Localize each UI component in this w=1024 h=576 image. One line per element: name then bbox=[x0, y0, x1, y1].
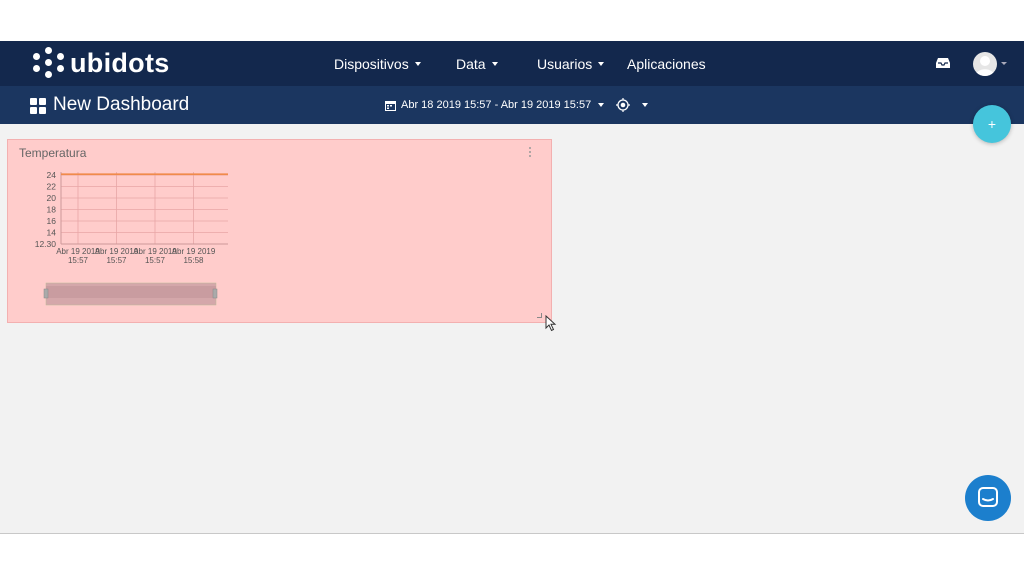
calendar-icon bbox=[385, 100, 396, 111]
range-selection bbox=[46, 286, 216, 298]
dashboard-grid-icon[interactable] bbox=[30, 98, 46, 114]
chevron-down-icon[interactable] bbox=[1001, 62, 1007, 65]
more-options-icon[interactable] bbox=[528, 147, 532, 159]
y-tick-label: 20 bbox=[47, 193, 57, 203]
top-navbar: ubidots Dispositivos Data Usuarios Aplic… bbox=[0, 41, 1024, 86]
chevron-down-icon bbox=[598, 103, 605, 107]
x-tick-time: 15:57 bbox=[106, 256, 127, 265]
ubidots-logo[interactable]: ubidots bbox=[33, 47, 170, 79]
nav-label: Usuarios bbox=[537, 55, 593, 72]
date-range-picker[interactable]: Abr 18 2019 15:57 - Abr 19 2019 15:57 bbox=[385, 98, 649, 112]
nav-label: Aplicaciones bbox=[627, 55, 706, 72]
dashboard-title[interactable]: New Dashboard bbox=[53, 94, 189, 116]
dashboard-header: New Dashboard Abr 18 2019 15:57 - Abr 19… bbox=[0, 86, 1024, 124]
range-handle-right bbox=[212, 288, 218, 299]
realtime-icon[interactable] bbox=[616, 98, 631, 112]
y-tick-label: 24 bbox=[47, 170, 57, 180]
divider bbox=[0, 533, 1024, 534]
chevron-down-icon bbox=[414, 61, 421, 66]
logo-dots-icon bbox=[33, 47, 65, 79]
temperature-chart: 24222018161412.30Abr 19 201915:57Abr 19 … bbox=[35, 170, 228, 306]
nav-usuarios[interactable]: Usuarios bbox=[537, 41, 605, 86]
chat-launcher-button[interactable] bbox=[965, 475, 1011, 521]
temperature-widget[interactable]: Temperatura 24 22 20 18 16 14 12.30 Abr 19 2019… bbox=[7, 139, 552, 323]
chevron-down-icon bbox=[491, 61, 498, 66]
nav-label: Data bbox=[456, 55, 486, 72]
range-handle-left bbox=[43, 288, 49, 299]
resize-handle-icon[interactable] bbox=[537, 313, 542, 318]
avatar[interactable] bbox=[973, 52, 997, 76]
y-tick-label: 14 bbox=[47, 228, 57, 238]
mouse-cursor-icon bbox=[545, 315, 557, 332]
nav-label: Dispositivos bbox=[334, 55, 409, 72]
y-tick-label: 18 bbox=[47, 205, 57, 215]
y-tick-label: 16 bbox=[47, 216, 57, 226]
x-tick-time: 15:57 bbox=[145, 256, 166, 265]
nav-aplicaciones[interactable]: Aplicaciones bbox=[627, 41, 706, 86]
add-widget-button[interactable]: + bbox=[973, 105, 1011, 143]
y-tick-label: 22 bbox=[47, 182, 57, 192]
chat-icon bbox=[978, 487, 998, 507]
logo-text: ubidots bbox=[70, 47, 170, 78]
chevron-down-icon bbox=[598, 61, 605, 66]
y-tick-label: 12.30 bbox=[35, 239, 57, 249]
widget-title: Temperatura bbox=[19, 146, 87, 160]
x-tick-time: 15:58 bbox=[183, 256, 204, 265]
x-tick-date: Abr 19 2019 bbox=[172, 247, 216, 256]
inbox-icon[interactable] bbox=[935, 57, 951, 69]
date-range-text: Abr 18 2019 15:57 - Abr 19 2019 15:57 bbox=[401, 99, 592, 111]
x-tick-time: 15:57 bbox=[68, 256, 89, 265]
chevron-down-icon[interactable] bbox=[642, 103, 649, 107]
nav-data[interactable]: Data bbox=[456, 41, 498, 86]
user-icon bbox=[975, 56, 995, 76]
nav-dispositivos[interactable]: Dispositivos bbox=[334, 41, 421, 86]
